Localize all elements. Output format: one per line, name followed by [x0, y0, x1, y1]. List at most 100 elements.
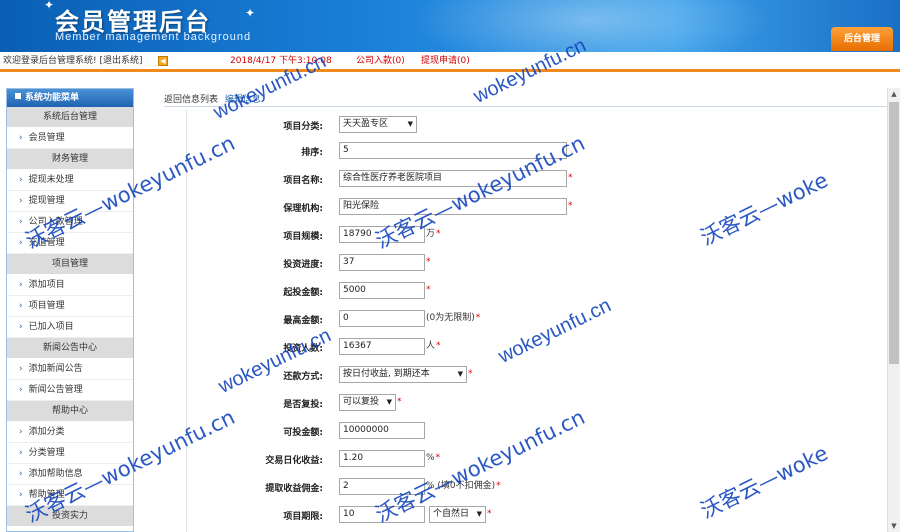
- field-label: 保理机构:: [283, 204, 323, 214]
- select-value: 天天盈专区: [343, 119, 389, 129]
- scroll-down-icon[interactable]: ▼: [888, 520, 900, 532]
- sidebar-item[interactable]: › 公司入款管理: [7, 212, 133, 233]
- scale-input[interactable]: 18790: [339, 226, 425, 243]
- chevron-right-icon: ›: [19, 175, 23, 185]
- sidebar-item-label: 充值管理: [28, 238, 65, 248]
- select-value: 按日付收益, 到期还本: [343, 369, 430, 379]
- sidebar-group[interactable]: 项目管理: [7, 254, 133, 275]
- min-invest-input[interactable]: 5000: [339, 282, 425, 299]
- chevron-right-icon: ›: [19, 427, 23, 437]
- scroll-up-icon[interactable]: ▲: [888, 88, 900, 100]
- sidebar-item-label: 已加入项目: [28, 322, 74, 332]
- field-label: 排序:: [301, 148, 323, 158]
- speaker-icon[interactable]: ◀: [158, 56, 168, 66]
- vertical-scrollbar[interactable]: ▲ ▼: [887, 88, 900, 532]
- field-label: 起投金额:: [283, 288, 323, 298]
- field-label: 可投金额:: [283, 428, 323, 438]
- scroll-thumb[interactable]: [889, 102, 899, 364]
- welcome-text[interactable]: 欢迎登录后台管理系统! [退出系统]: [3, 52, 143, 71]
- sidebar-group[interactable]: 财务管理: [7, 149, 133, 170]
- chevron-right-icon: ›: [19, 448, 23, 458]
- term-input[interactable]: 10: [339, 506, 425, 523]
- admin-tab[interactable]: 后台管理: [831, 27, 893, 51]
- insurer-input[interactable]: 阳光保险: [339, 198, 567, 215]
- divider: [164, 106, 888, 107]
- form-row-min-invest: 起投金额: 5000 *: [187, 280, 889, 302]
- required-mark: *: [436, 341, 441, 351]
- sidebar-item-label: 分类管理: [28, 448, 65, 458]
- form-row-reinvest: 是否复投: 可以复投 ▼ *: [187, 392, 889, 414]
- form-row-sort: 排序: 5: [187, 140, 889, 162]
- sidebar-item[interactable]: › 会员管理: [7, 128, 133, 149]
- field-label: 投资进度:: [283, 260, 323, 270]
- sidebar-group[interactable]: 新闻公告中心: [7, 338, 133, 359]
- required-mark: *: [487, 509, 492, 519]
- square-icon: [15, 93, 21, 99]
- investors-input[interactable]: 16367: [339, 338, 425, 355]
- sidebar-item[interactable]: › 添加分类: [7, 422, 133, 443]
- required-mark: *: [426, 257, 431, 267]
- required-mark: *: [436, 229, 441, 239]
- chevron-right-icon: ›: [19, 490, 23, 500]
- sidebar-item-label: 项目管理: [28, 301, 65, 311]
- sidebar-item[interactable]: › 充值管理: [7, 233, 133, 254]
- sidebar-group[interactable]: 投资实力: [7, 506, 133, 527]
- chevron-right-icon: ›: [19, 238, 23, 248]
- term-unit-select[interactable]: 个自然日 ▼: [429, 506, 486, 523]
- required-mark: *: [496, 481, 501, 491]
- category-select[interactable]: 天天盈专区 ▼: [339, 116, 417, 133]
- form-row-category: 项目分类: 天天盈专区 ▼: [187, 114, 889, 136]
- chevron-right-icon: ›: [19, 301, 23, 311]
- sidebar-item[interactable]: › 已加入项目: [7, 317, 133, 338]
- sidebar-item[interactable]: › 添加项目: [7, 275, 133, 296]
- commission-input[interactable]: 2: [339, 478, 425, 495]
- daily-yield-input[interactable]: 1.20: [339, 450, 425, 467]
- repayment-select[interactable]: 按日付收益, 到期还本 ▼: [339, 366, 467, 383]
- chevron-right-icon: ›: [19, 322, 23, 332]
- form-row-scale: 项目规模: 18790 万*: [187, 224, 889, 246]
- form-row-daily-yield: 交易日化收益: 1.20 %*: [187, 448, 889, 470]
- field-label: 交易日化收益:: [265, 456, 323, 466]
- sidebar-item[interactable]: › 分类管理: [7, 443, 133, 464]
- withdraw-requests-link[interactable]: 提现申请(0): [421, 52, 470, 71]
- field-label: 还款方式:: [283, 372, 323, 382]
- sidebar-item[interactable]: › 添加帮助信息: [7, 464, 133, 485]
- sidebar-item-label: 添加分类: [28, 427, 65, 437]
- field-note: % (填0不扣佣金): [426, 481, 496, 491]
- sidebar-item[interactable]: › 帮助管理: [7, 485, 133, 506]
- logo-subtitle: Member management background: [55, 31, 252, 43]
- sidebar-group[interactable]: 帮助中心: [7, 401, 133, 422]
- sidebar-item[interactable]: › 新闻公告管理: [7, 380, 133, 401]
- required-mark: *: [568, 201, 573, 211]
- required-mark: *: [568, 173, 573, 183]
- max-invest-input[interactable]: 0: [339, 310, 425, 327]
- field-label: 项目期限:: [283, 512, 323, 522]
- sidebar-item[interactable]: › 添加新闻公告: [7, 359, 133, 380]
- sort-input[interactable]: 5: [339, 142, 567, 159]
- app-header: ✦ ✦ 会员管理后台 Member management background …: [0, 0, 900, 52]
- back-to-list-link[interactable]: 返回信息列表: [164, 95, 218, 105]
- sidebar-item-label: 添加帮助信息: [28, 469, 83, 479]
- required-mark: *: [397, 397, 402, 407]
- field-label: 项目分类:: [283, 122, 323, 132]
- sidebar-item[interactable]: › 项目管理: [7, 296, 133, 317]
- field-label: 投资人数:: [283, 344, 323, 354]
- form-row-repayment: 还款方式: 按日付收益, 到期还本 ▼ *: [187, 364, 889, 386]
- chevron-right-icon: ›: [19, 385, 23, 395]
- form-row-term: 项目期限: 10 个自然日 ▼ *: [187, 504, 889, 526]
- required-mark: *: [435, 453, 441, 463]
- caret-down-icon: ▼: [476, 510, 482, 518]
- sidebar-group[interactable]: 系统后台管理: [7, 107, 133, 128]
- progress-input[interactable]: 37: [339, 254, 425, 271]
- form-row-progress: 投资进度: 37 *: [187, 252, 889, 274]
- status-bar: 欢迎登录后台管理系统! [退出系统] ◀ 2018/4/17 下午3:10:08…: [0, 52, 900, 72]
- company-joins-link[interactable]: 公司入款(0): [356, 52, 405, 71]
- project-name-input[interactable]: 综合性医疗养老医院项目: [339, 170, 567, 187]
- sidebar-item[interactable]: › 提现管理: [7, 191, 133, 212]
- investable-input[interactable]: 10000000: [339, 422, 425, 439]
- edit-info-link[interactable]: 编辑信息: [225, 95, 261, 105]
- sidebar-item-label: 新闻公告管理: [28, 385, 83, 395]
- sidebar-item[interactable]: › 提现未处理: [7, 170, 133, 191]
- reinvest-select[interactable]: 可以复投 ▼: [339, 394, 396, 411]
- required-mark: *: [426, 285, 431, 295]
